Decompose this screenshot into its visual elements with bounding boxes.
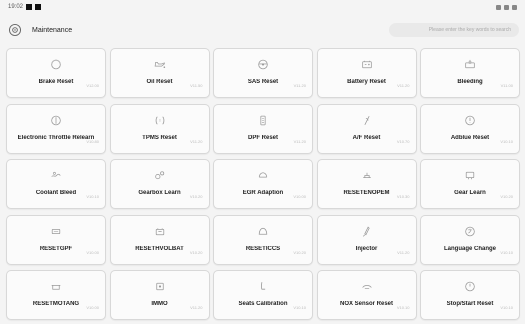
- tile-version: V10.30: [396, 194, 410, 199]
- gearbox-icon: [152, 169, 168, 182]
- throttle-icon: [48, 114, 64, 127]
- function-tile[interactable]: RESETENOPEM V10.30: [316, 159, 417, 209]
- tile-version: V10.70: [396, 138, 410, 144]
- function-tile[interactable]: Gearbox Learn V10.20: [109, 159, 210, 209]
- signal-icon: [504, 4, 509, 10]
- function-tile[interactable]: Adblue Reset V10.10: [420, 103, 520, 154]
- gear-icon: [8, 23, 22, 37]
- dpf-icon: [255, 114, 271, 127]
- tile-version: V11.20: [397, 249, 410, 255]
- tile-version: V11.50: [190, 83, 203, 88]
- function-tile[interactable]: RESETMOTANG V10.00: [6, 270, 106, 320]
- motor-icon: [48, 280, 64, 293]
- function-tile[interactable]: Seats Calibration V10.10: [213, 270, 313, 320]
- egr-icon: [255, 169, 271, 182]
- iccs-icon: [255, 225, 271, 238]
- tile-version: V11.20: [293, 83, 306, 88]
- function-tile[interactable]: Battery Reset V11.20: [316, 48, 417, 98]
- tile-version: V11.00: [500, 83, 513, 88]
- function-tile[interactable]: Stop/Start Reset V10.10: [420, 270, 520, 320]
- tile-version: V10.10: [293, 305, 306, 310]
- wifi-icon: [496, 4, 501, 10]
- tile-version: V12.00: [86, 83, 99, 88]
- status-bar: 19:02: [0, 0, 525, 14]
- tile-version: V10.80: [86, 138, 99, 144]
- status-icons: [496, 4, 517, 10]
- tile-version: V10.20: [189, 194, 203, 199]
- settings-button[interactable]: [6, 21, 24, 39]
- header: Maintenance: [0, 14, 525, 46]
- svg-text:!: !: [159, 118, 160, 123]
- adblue-icon: [462, 114, 478, 127]
- tile-version: V10.20: [293, 249, 306, 255]
- tile-version: V11.20: [293, 138, 306, 144]
- function-tile[interactable]: EGR Adaption V10.00: [213, 159, 313, 209]
- battery-status-icon: [512, 4, 517, 10]
- function-tile[interactable]: ! TPMS Reset V11.20: [109, 103, 210, 154]
- function-tile[interactable]: Language Change V10.10: [420, 214, 520, 265]
- hv-battery-icon: [152, 225, 168, 238]
- function-tile[interactable]: Injector V11.20: [316, 214, 417, 265]
- tile-version: V10.20: [189, 249, 203, 255]
- function-tile[interactable]: Coolant Bleed V10.10: [6, 159, 106, 209]
- page-title: Maintenance: [32, 26, 73, 34]
- tile-version: V10.20: [500, 194, 513, 199]
- status-left: 19:02: [8, 4, 42, 10]
- search-input[interactable]: [389, 23, 519, 37]
- tile-version: V10.10: [500, 305, 513, 310]
- tile-version: V11.20: [397, 83, 410, 88]
- notification-icon: [26, 4, 33, 10]
- function-tile[interactable]: Gear Learn V10.20: [420, 159, 520, 209]
- coolant-icon: [48, 169, 64, 182]
- function-tile[interactable]: SAS Reset V11.20: [213, 48, 313, 98]
- tire-icon: !: [152, 114, 168, 127]
- tile-version: V11.20: [190, 138, 203, 144]
- tile-version: V10.00: [293, 194, 306, 199]
- tile-version: V10.10: [500, 249, 513, 255]
- function-grid: Brake Reset V12.00 Oil Reset V11.50 SAS Rese…: [6, 48, 520, 320]
- function-tile[interactable]: RESETICCS V10.20: [213, 214, 313, 265]
- tile-version: V10.10: [500, 138, 513, 144]
- notification-icon: [35, 4, 42, 10]
- steering-icon: [255, 58, 271, 71]
- brake-icon: [48, 58, 64, 71]
- af-icon: [359, 114, 375, 127]
- tile-version: V10.10: [396, 305, 410, 310]
- injector-icon: [359, 225, 375, 238]
- function-tile[interactable]: RESETGPF V10.00: [6, 214, 106, 265]
- function-tile[interactable]: IMMO V11.20: [109, 270, 210, 320]
- bleeding-icon: [462, 58, 478, 71]
- function-tile[interactable]: Bleeding V11.00: [420, 48, 520, 98]
- language-icon: [462, 225, 478, 238]
- nox-icon: [359, 280, 375, 293]
- gpf-icon: [48, 225, 64, 238]
- oil-icon: [152, 58, 168, 71]
- stop-start-icon: [462, 280, 478, 293]
- immo-icon: [152, 280, 168, 293]
- status-time: 19:02: [8, 4, 24, 10]
- gear-learn-icon: [462, 169, 478, 182]
- engine-icon: [359, 169, 375, 182]
- function-tile[interactable]: DPF Reset V11.20: [213, 103, 313, 154]
- function-tile[interactable]: RESETHVOLBAT V10.20: [109, 214, 210, 265]
- function-tile[interactable]: NOX Sensor Reset V10.10: [316, 270, 417, 320]
- function-tile[interactable]: Oil Reset V11.50: [109, 48, 210, 98]
- tile-version: V10.00: [86, 305, 99, 310]
- tile-version: V10.00: [86, 249, 99, 255]
- battery-icon: [359, 58, 375, 71]
- function-tile[interactable]: A/F Reset V10.70: [316, 103, 417, 154]
- function-tile[interactable]: Electronic Throttle Relearn V10.80: [6, 103, 106, 154]
- seat-icon: [255, 280, 271, 293]
- function-tile[interactable]: Brake Reset V12.00: [6, 48, 106, 98]
- tile-version: V10.10: [86, 194, 99, 199]
- tile-version: V11.20: [190, 305, 203, 310]
